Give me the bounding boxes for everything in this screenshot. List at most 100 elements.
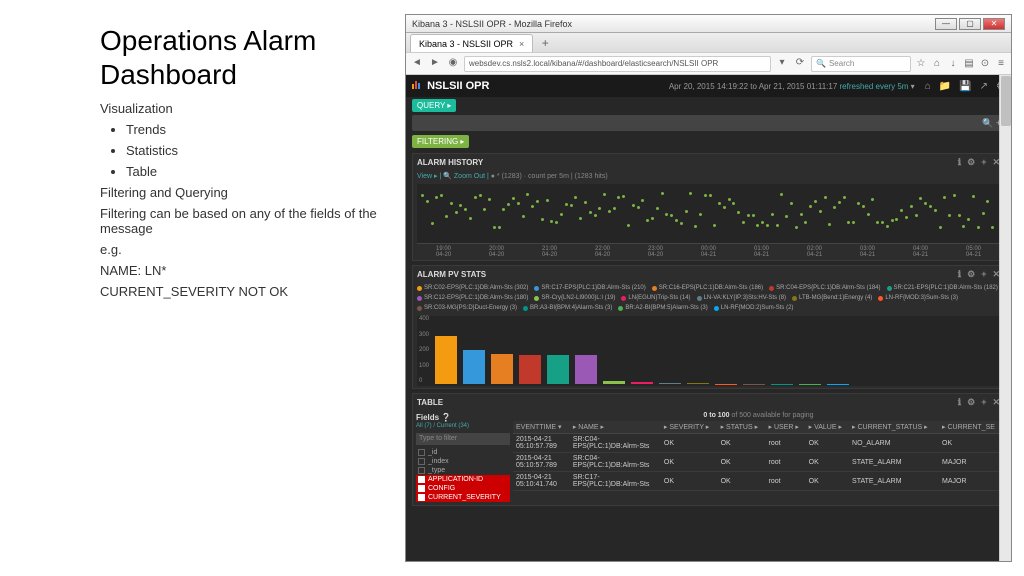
query-input[interactable]: 🔍 + <box>412 115 1005 131</box>
legend-item[interactable]: BR:A3-BI{BPM:4}Alarm-Sts (3) <box>523 305 612 311</box>
panel-title: TABLE <box>417 398 443 407</box>
legend-item[interactable]: LN{EGUN}Trip-Sts (14) <box>621 295 690 301</box>
browser-toolbar: ◄ ► ◉ websdev.cs.nsls2.local/kibana/#/da… <box>406 53 1011 75</box>
field-item[interactable]: ✓APPLICATION-ID <box>416 475 510 484</box>
reload-button[interactable]: ⟳ <box>793 57 807 71</box>
config-icon[interactable]: ⚙ <box>967 157 975 168</box>
info-icon[interactable]: ℹ <box>958 397 961 408</box>
download-icon[interactable]: ↓ <box>947 58 959 70</box>
legend-item[interactable]: SR:C16-EPS{PLC:1}DB:Alrm-Sts (186) <box>652 285 763 291</box>
field-item[interactable]: ✓CURRENT_SEVERITY <box>416 493 510 502</box>
bookmarks-icon[interactable]: ▤ <box>963 58 975 70</box>
maximize-button[interactable]: ▢ <box>959 18 981 30</box>
menu-icon[interactable]: ≡ <box>995 58 1007 70</box>
field-item[interactable]: ✓CONFIG <box>416 484 510 493</box>
field-item[interactable]: _index <box>416 457 510 466</box>
forward-button[interactable]: ► <box>428 57 442 71</box>
top-icons: ⌂ 📁 💾 ↗ ⚙ <box>925 81 1005 92</box>
table-panel: TABLE ℹ ⚙ + ✕ Fields ❔ All (7) / Current… <box>412 393 1005 506</box>
view-link[interactable]: View ▸ | <box>417 173 441 180</box>
bar[interactable] <box>631 382 653 384</box>
column-header[interactable]: ▸ STATUS ▸ <box>718 421 766 434</box>
info-icon[interactable]: ℹ <box>958 269 961 280</box>
table-row[interactable]: 2015-04-2105:10:57.789SR:C04-EPS(PLC:1)D… <box>513 434 1004 453</box>
bar-chart[interactable]: 4003002001000 <box>417 316 1000 386</box>
dropdown-icon[interactable]: ▾ <box>775 57 789 71</box>
bar[interactable] <box>435 336 457 384</box>
table-row[interactable]: 2015-04-2105:10:41.740SR:C17-EPS(PLC:1)D… <box>513 472 1004 491</box>
legend-item[interactable]: SR:C17-EPS{PLC:1}DB:Alrm-Sts (210) <box>534 285 645 291</box>
column-header[interactable]: ▸ VALUE ▸ <box>806 421 849 434</box>
help-icon[interactable]: ❔ <box>441 413 451 422</box>
add-icon[interactable]: + <box>981 157 986 168</box>
browser-window: Kibana 3 - NSLSII OPR - Mozilla Firefox … <box>405 14 1012 562</box>
legend-item[interactable]: SR:C03-MG{PS:D}Duct-Energy (3) <box>417 305 517 311</box>
info-icon[interactable]: ℹ <box>958 157 961 168</box>
legend-item[interactable]: BR:A2-BI{BPM:5}Alarm-Sts (3) <box>618 305 707 311</box>
browser-search-input[interactable]: 🔍Search <box>811 56 911 72</box>
bar[interactable] <box>463 350 485 384</box>
legend-item[interactable]: SR-Cry{LN2-LI9000}L:I (19) <box>534 295 615 301</box>
add-icon[interactable]: + <box>981 397 986 408</box>
bar[interactable] <box>575 355 597 384</box>
address-bar[interactable]: websdev.cs.nsls2.local/kibana/#/dashboar… <box>464 56 771 72</box>
dashboard-title: NSLSII OPR <box>412 80 489 92</box>
legend-item[interactable]: SR:C02-EPS{PLC:1}DB:Alrm-Sts (302) <box>417 285 528 291</box>
filtering-button[interactable]: FILTERING ▸ <box>412 135 469 148</box>
save-icon[interactable]: 💾 <box>959 81 971 92</box>
kibana-topbar: NSLSII OPR Apr 20, 2015 14:19:22 to Apr … <box>406 75 1011 97</box>
kibana-app: NSLSII OPR Apr 20, 2015 14:19:22 to Apr … <box>406 75 1011 561</box>
fields-sidebar: Fields ❔ All (7) / Current (34) Type to … <box>413 410 513 505</box>
window-title: Kibana 3 - NSLSII OPR - Mozilla Firefox <box>412 19 572 29</box>
logo-icon <box>412 80 421 92</box>
time-range[interactable]: Apr 20, 2015 14:19:22 to Apr 21, 2015 01… <box>669 82 915 91</box>
folder-icon[interactable]: 📁 <box>939 81 951 92</box>
history-icon[interactable]: ⊙ <box>979 58 991 70</box>
add-icon[interactable]: + <box>981 269 986 280</box>
zoom-out-link[interactable]: 🔍 Zoom Out | <box>443 173 489 180</box>
field-item[interactable]: _type <box>416 466 510 475</box>
back-button[interactable]: ◄ <box>410 57 424 71</box>
table-row[interactable]: 2015-04-2105:10:57.789SR:C04-EPS(PLC:1)D… <box>513 453 1004 472</box>
alarm-history-panel: ALARM HISTORY ℹ ⚙ + ✕ View ▸ | 🔍 Zoom Ou… <box>412 153 1005 261</box>
scrollbar-thumb[interactable] <box>1001 76 1011 126</box>
bar[interactable] <box>491 354 513 384</box>
browser-tab[interactable]: Kibana 3 - NSLSII OPR × <box>410 34 533 52</box>
legend-item[interactable]: SR:C21-EPS{PLC:1}DB:Alrm-Sts (182) <box>887 285 998 291</box>
legend-item[interactable]: LN-VA:KLY{IP:3}Sts:HV-Sts (8) <box>697 295 786 301</box>
bookmark-icon[interactable]: ☆ <box>915 58 927 70</box>
tab-close-icon[interactable]: × <box>519 39 524 49</box>
column-header[interactable]: ▸ USER ▸ <box>766 421 806 434</box>
field-item[interactable]: _id <box>416 448 510 457</box>
query-button[interactable]: QUERY ▸ <box>412 99 456 112</box>
legend-item[interactable]: SR:C12-EPS{PLC:1}DB:Alrm-Sts (180) <box>417 295 528 301</box>
scrollbar[interactable] <box>999 75 1011 561</box>
column-header[interactable]: ▸ CURRENT_STATUS ▸ <box>849 421 939 434</box>
legend-item[interactable]: LN-RF{MOD:3}Sum-Sts (3) <box>878 295 958 301</box>
home-icon[interactable]: ⌂ <box>925 81 931 92</box>
legend-item[interactable]: LN-RF{MOD:2}Sum-Sts (2) <box>714 305 794 311</box>
fields-filter-input[interactable]: Type to filter <box>416 433 510 445</box>
bar[interactable] <box>519 355 541 384</box>
minimize-button[interactable]: — <box>935 18 957 30</box>
legend-item[interactable]: LTB-MG{Bend:1}Energy (4) <box>792 295 872 301</box>
column-header[interactable]: EVENTTIME ▾ <box>513 421 570 434</box>
bar[interactable] <box>603 381 625 384</box>
config-icon[interactable]: ⚙ <box>967 269 975 280</box>
config-icon[interactable]: ⚙ <box>967 397 975 408</box>
column-header[interactable]: ▸ SEVERITY ▸ <box>661 421 718 434</box>
share-icon[interactable]: ↗ <box>980 81 988 92</box>
example-1: NAME: LN* <box>100 263 393 278</box>
bar[interactable] <box>659 383 681 384</box>
close-button[interactable]: ✕ <box>983 18 1005 30</box>
x-axis: 19:0004-2020:0004-2021:0004-2022:0004-20… <box>413 246 1004 260</box>
legend-item[interactable]: SR:C04-EPS{PLC:1}DB:Alrm-Sts (184) <box>769 285 880 291</box>
home-icon[interactable]: ⌂ <box>931 58 943 70</box>
history-chart[interactable] <box>417 184 1000 244</box>
column-header[interactable]: ▸ NAME ▸ <box>570 421 661 434</box>
slide-title: Operations Alarm Dashboard <box>100 24 393 91</box>
new-tab-button[interactable]: + <box>537 36 553 52</box>
column-header[interactable]: ▸ CURRENT_SE <box>939 421 1004 434</box>
bar[interactable] <box>547 355 569 384</box>
bar[interactable] <box>687 383 709 384</box>
